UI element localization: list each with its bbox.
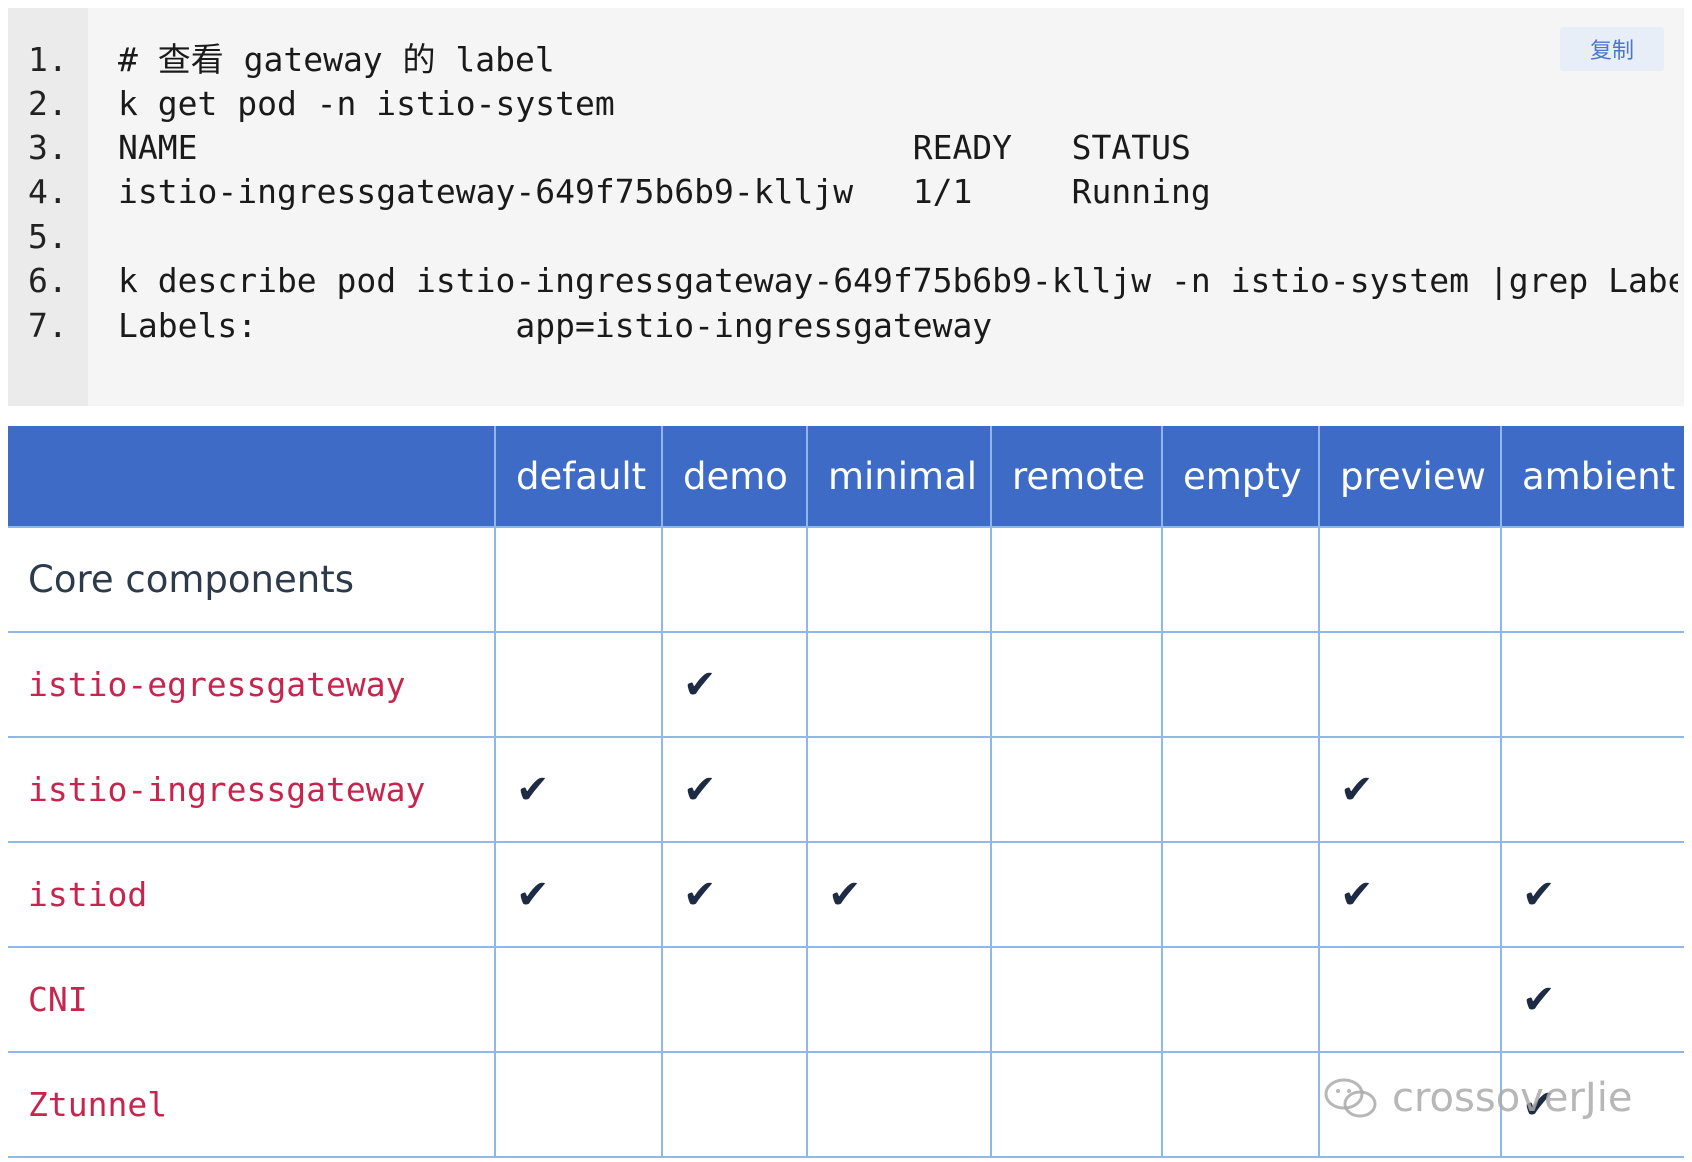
code-line: k get pod -n istio-system (118, 84, 615, 123)
table-cell (1500, 736, 1684, 842)
table-cell (990, 946, 1162, 1052)
component-name: Ztunnel (8, 1051, 495, 1158)
check-icon: ✔ (516, 871, 550, 918)
table-cell (990, 631, 1162, 737)
table-header-row: default demo minimal remote empty previe… (8, 426, 1684, 527)
check-icon: ✔ (1340, 871, 1374, 918)
check-icon: ✔ (1522, 871, 1556, 918)
line-number: 1. (28, 40, 68, 79)
watermark-text: crossoverJie (1392, 1075, 1633, 1121)
table-cell: ✔ (1318, 736, 1501, 842)
column-header-preview: preview (1318, 426, 1501, 527)
table-cell (806, 946, 991, 1052)
table-cell: ✔ (806, 841, 991, 947)
table-cell: ✔ (494, 736, 662, 842)
column-header-remote: remote (990, 426, 1162, 527)
code-line: # 查看 gateway 的 label (118, 40, 555, 79)
line-number: 2. (28, 84, 68, 123)
table-cell (1161, 841, 1319, 947)
column-header-ambient: ambient (1500, 426, 1684, 527)
table-cell (1318, 631, 1501, 737)
table-cell: ✔ (494, 841, 662, 947)
line-number: 3. (28, 128, 68, 167)
wechat-icon (1324, 1078, 1377, 1118)
table-cell (990, 841, 1162, 947)
table-cell (1161, 631, 1319, 737)
component-name: istio-egressgateway (8, 631, 495, 737)
check-icon: ✔ (1340, 766, 1374, 813)
column-header (8, 426, 495, 527)
table-cell: ✔ (661, 631, 807, 737)
table-cell (661, 946, 807, 1052)
table-cell: ✔ (661, 841, 807, 947)
table-cell (494, 1051, 662, 1158)
table-row: CNI ✔ (8, 946, 1684, 1052)
table-cell: ✔ (661, 736, 807, 842)
table-cell (990, 736, 1162, 842)
check-icon: ✔ (683, 871, 717, 918)
column-header-default: default (494, 426, 662, 527)
code-line: Labels: app=istio-ingressgateway (118, 306, 993, 345)
table-cell (806, 526, 991, 632)
column-header-demo: demo (661, 426, 807, 527)
table-cell (494, 631, 662, 737)
code-line: NAME READY STATUS (118, 128, 1191, 167)
table-cell (1500, 526, 1684, 632)
table-cell (1161, 526, 1319, 632)
table-cell: ✔ (1318, 841, 1501, 947)
code-line: k describe pod istio-ingressgateway-649f… (118, 261, 1678, 300)
table-cell (806, 1051, 991, 1158)
code-block: 1. # 查看 gateway 的 label 2. k get pod -n … (8, 8, 1684, 406)
table-cell (990, 526, 1162, 632)
table-cell (1318, 526, 1501, 632)
column-header-minimal: minimal (806, 426, 991, 527)
table-row: istio-egressgateway ✔ (8, 631, 1684, 737)
column-header-empty: empty (1161, 426, 1319, 527)
component-name: CNI (8, 946, 495, 1052)
line-number: 5. (28, 217, 68, 256)
table-cell (806, 736, 991, 842)
table-cell (1318, 946, 1501, 1052)
check-icon: ✔ (516, 766, 550, 813)
component-name: istiod (8, 841, 495, 947)
line-number: 6. (28, 261, 68, 300)
table-cell (1161, 946, 1319, 1052)
table-row: istiod ✔ ✔ ✔ ✔ ✔ (8, 841, 1684, 947)
table-cell (494, 946, 662, 1052)
table-cell (1161, 1051, 1319, 1158)
watermark: crossoverJie (1322, 1075, 1632, 1121)
check-icon: ✔ (1522, 976, 1556, 1023)
component-name: istio-ingressgateway (8, 736, 495, 842)
table-cell (1500, 631, 1684, 737)
section-label: Core components (8, 526, 495, 632)
table-cell: ✔ (1500, 946, 1684, 1052)
table-cell (990, 1051, 1162, 1158)
line-number: 7. (28, 306, 68, 345)
line-number: 4. (28, 172, 68, 211)
table-cell (661, 526, 807, 632)
table-cell (806, 631, 991, 737)
table-cell (661, 1051, 807, 1158)
section-row: Core components (8, 526, 1684, 632)
check-icon: ✔ (828, 871, 862, 918)
check-icon: ✔ (683, 661, 717, 708)
table-cell (1161, 736, 1319, 842)
table-cell (494, 526, 662, 632)
profiles-table: default demo minimal remote empty previe… (8, 426, 1684, 1158)
table-row: istio-ingressgateway ✔ ✔ ✔ (8, 736, 1684, 842)
code-line: istio-ingressgateway-649f75b6b9-klljw 1/… (118, 172, 1211, 211)
check-icon: ✔ (683, 766, 717, 813)
copy-button[interactable]: 复制 (1560, 27, 1664, 71)
table-cell: ✔ (1500, 841, 1684, 947)
